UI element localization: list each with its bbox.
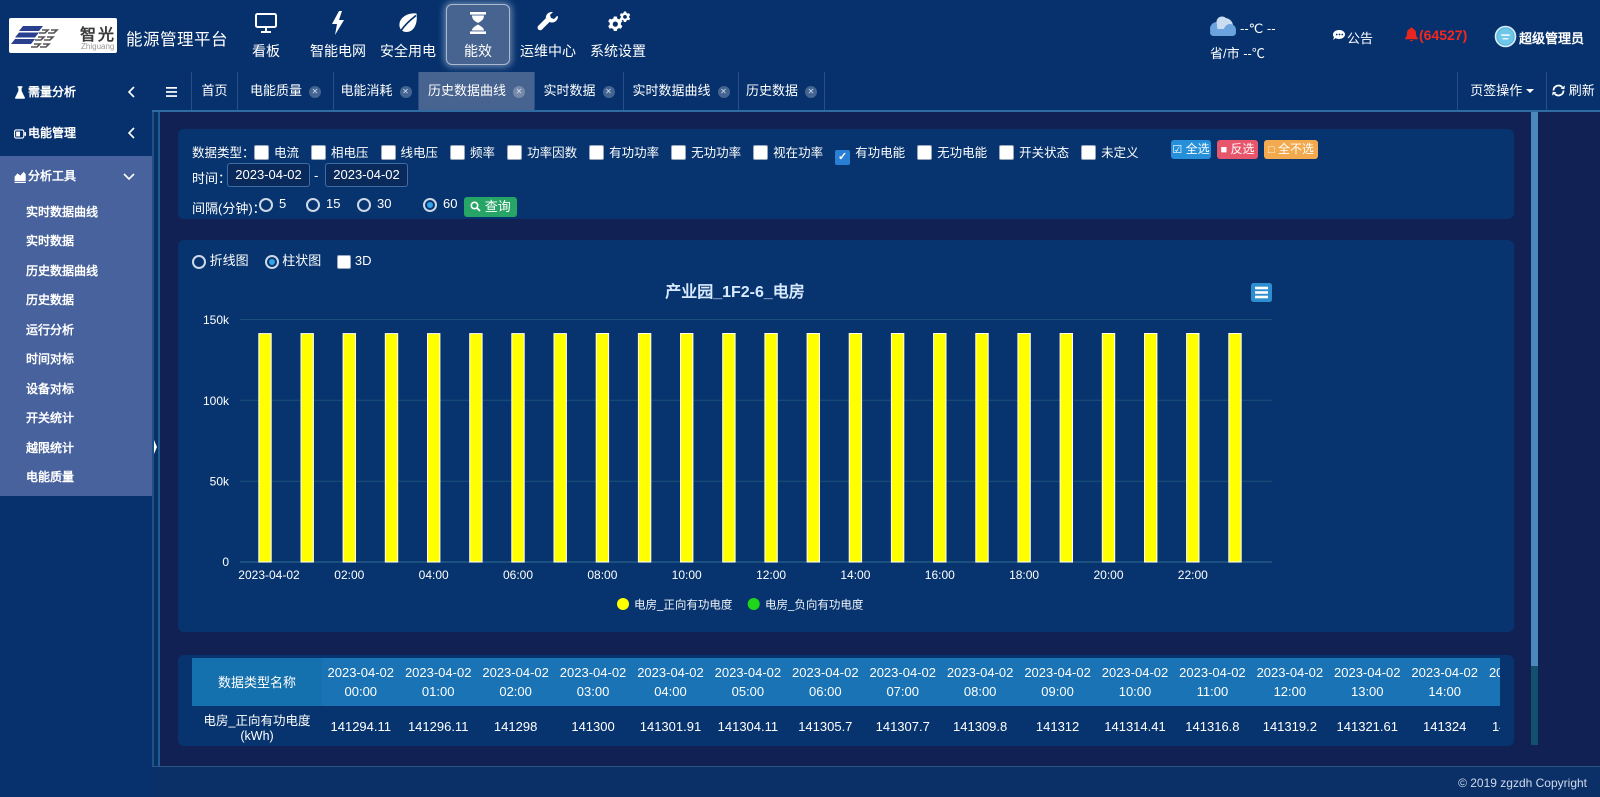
svg-text:08:00: 08:00	[587, 568, 617, 582]
svg-text:Zhiguang: Zhiguang	[81, 42, 114, 51]
svg-text:02:00: 02:00	[334, 568, 364, 582]
svg-text:100k: 100k	[203, 394, 230, 408]
svg-text:16:00: 16:00	[925, 568, 955, 582]
svg-text:电房_负向有功电度: 电房_负向有功电度	[765, 598, 864, 612]
svg-text:10:00: 10:00	[672, 568, 702, 582]
svg-text:50k: 50k	[210, 475, 230, 489]
svg-text:12:00: 12:00	[756, 568, 786, 582]
svg-text:06:00: 06:00	[503, 568, 533, 582]
svg-text:18:00: 18:00	[1009, 568, 1039, 582]
svg-text:0: 0	[222, 555, 229, 569]
svg-text:产业园_1F2-6_电房: 产业园_1F2-6_电房	[665, 282, 805, 301]
svg-text:04:00: 04:00	[419, 568, 449, 582]
svg-text:150k: 150k	[203, 313, 230, 327]
svg-text:2023-04-02: 2023-04-02	[238, 568, 300, 582]
svg-text:电房_正向有功电度: 电房_正向有功电度	[634, 598, 733, 612]
svg-text:22:00: 22:00	[1178, 568, 1208, 582]
svg-text:14:00: 14:00	[840, 568, 870, 582]
svg-text:20:00: 20:00	[1093, 568, 1123, 582]
